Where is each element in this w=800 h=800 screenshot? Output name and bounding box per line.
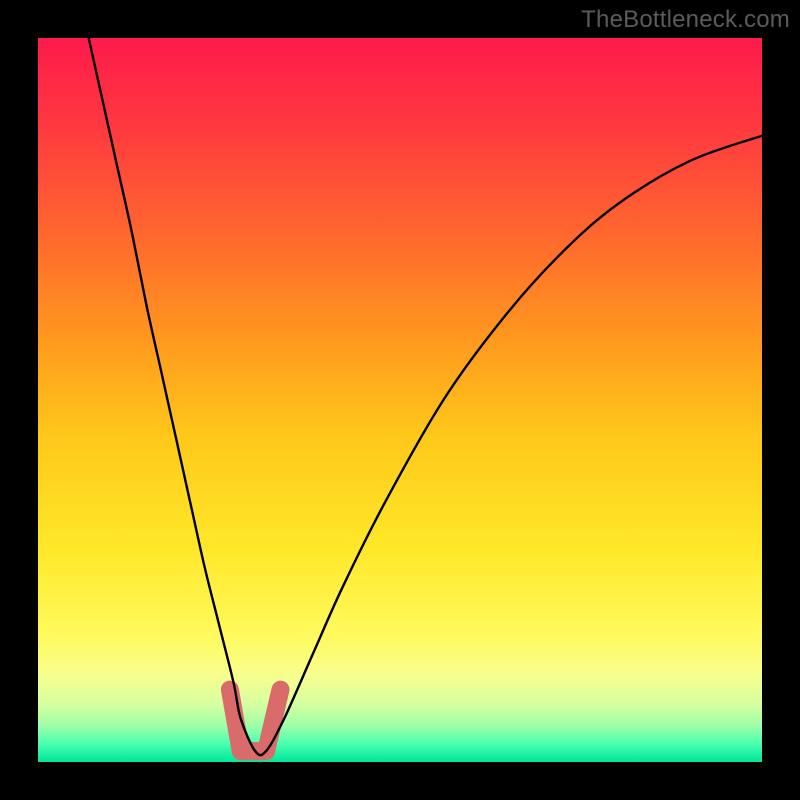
chart-frame: TheBottleneck.com — [0, 0, 800, 800]
plot-area — [38, 38, 762, 762]
gradient-background — [38, 38, 762, 762]
chart-svg — [38, 38, 762, 762]
watermark-text: TheBottleneck.com — [581, 6, 790, 34]
